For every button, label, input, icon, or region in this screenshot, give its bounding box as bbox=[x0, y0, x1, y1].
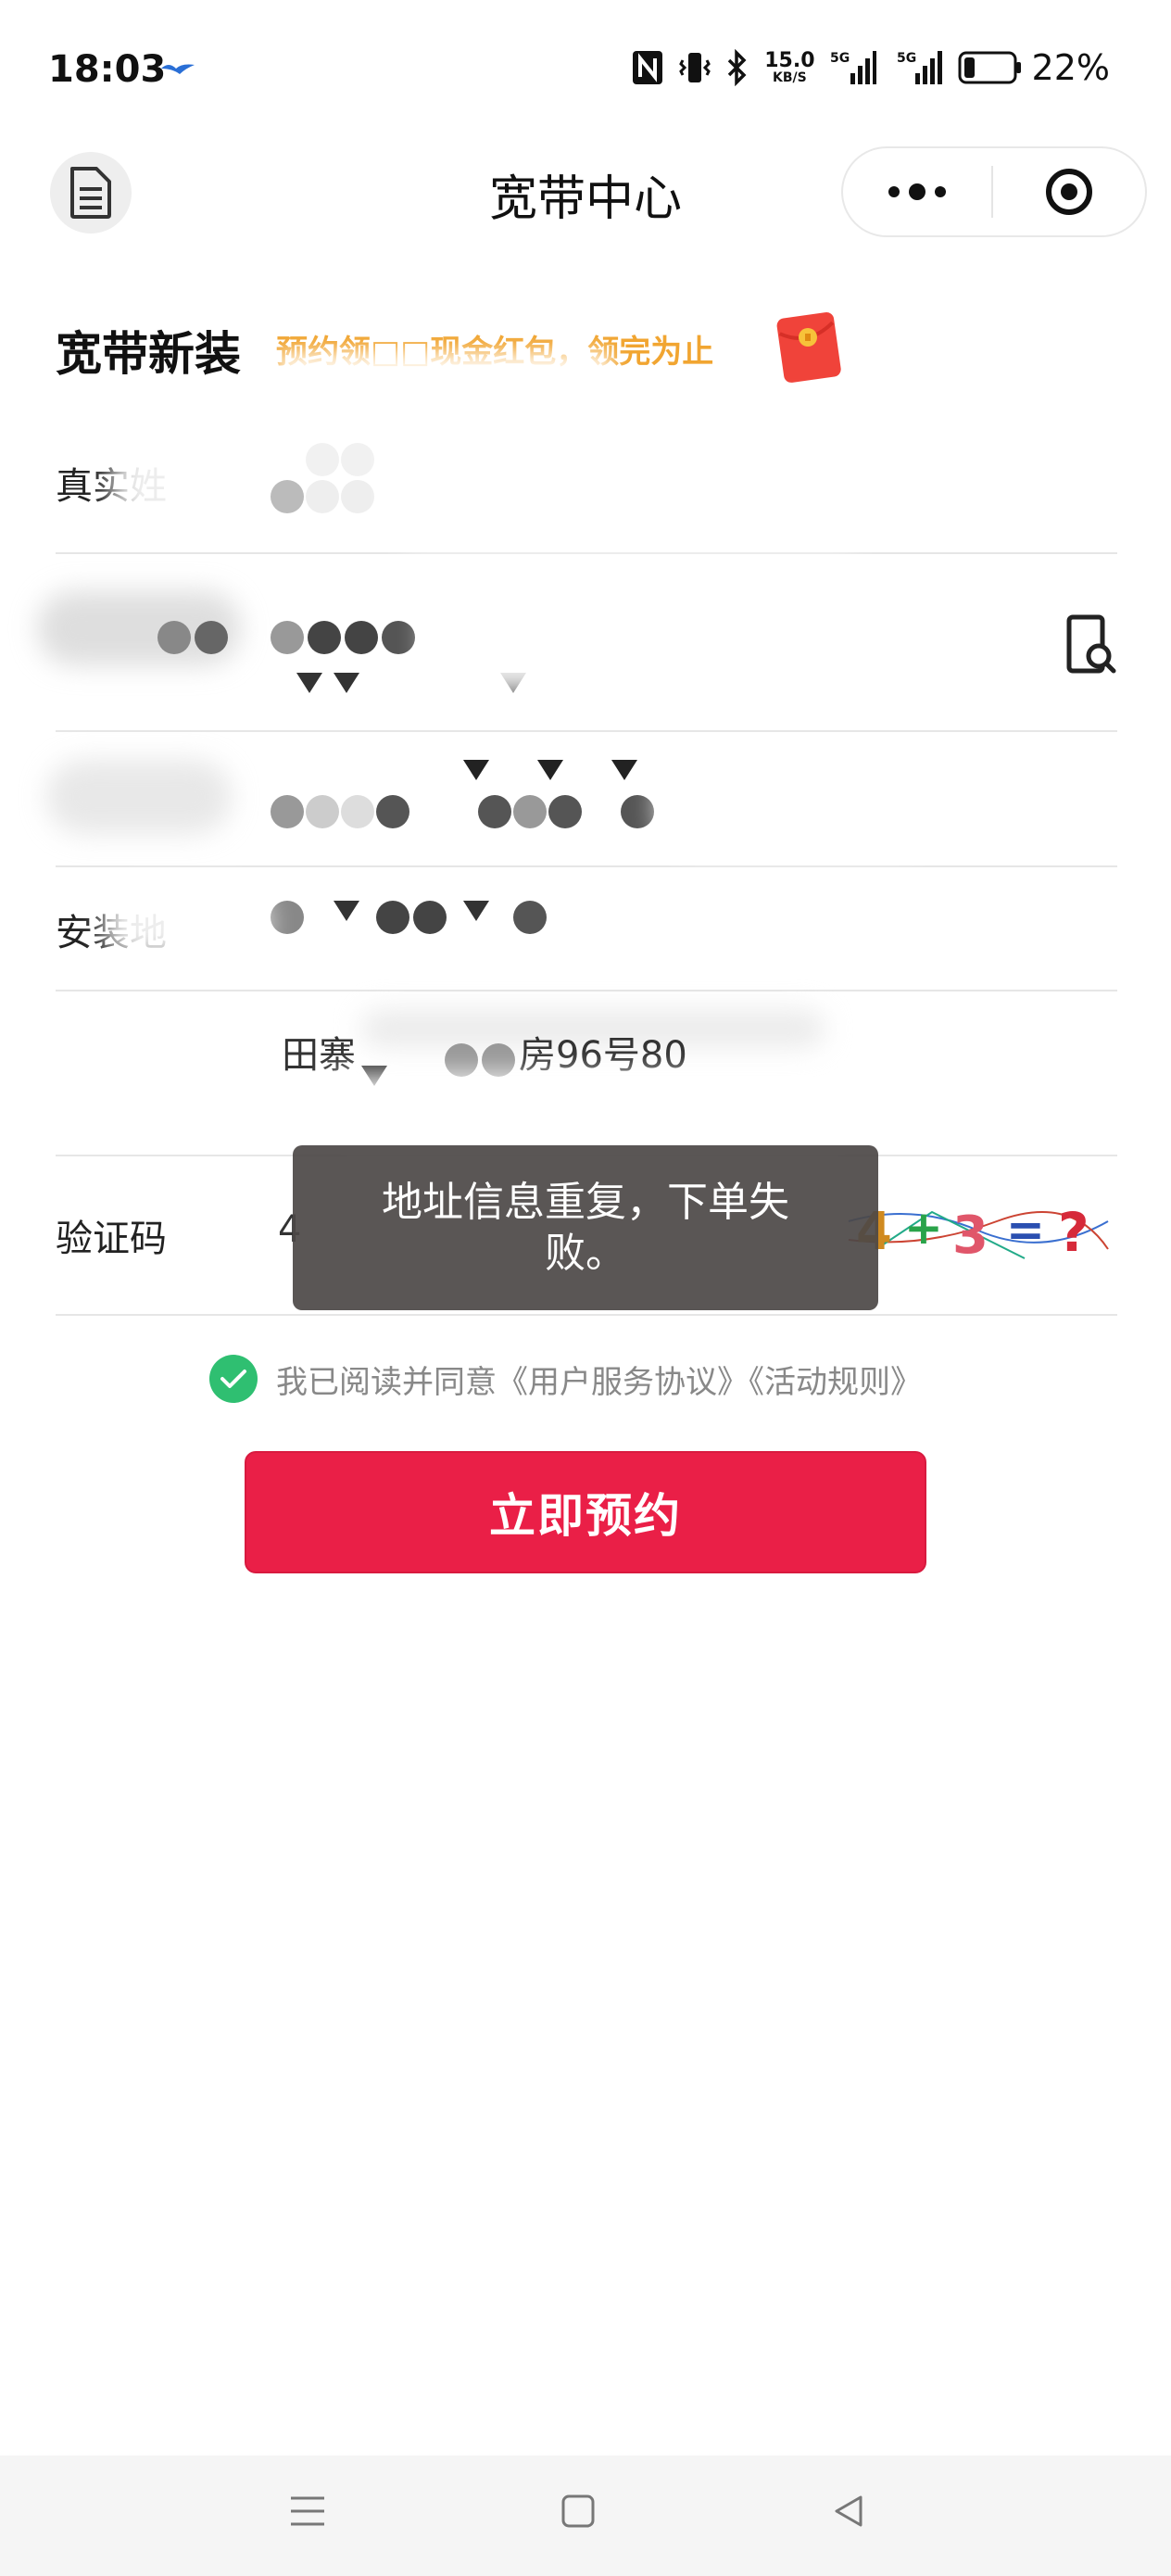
vibrate-icon bbox=[679, 49, 711, 86]
menu-button[interactable] bbox=[280, 2483, 335, 2539]
address-value-start: 田寨 bbox=[282, 1034, 356, 1077]
redacted-dot bbox=[308, 621, 341, 654]
red-packet-icon bbox=[776, 312, 841, 383]
address-row: 安装地 bbox=[56, 867, 1117, 991]
redacted-dot bbox=[306, 480, 339, 513]
phone-row bbox=[37, 554, 1117, 732]
redacted-mark bbox=[463, 760, 489, 780]
error-toast: 地址信息重复，下单失败。 bbox=[293, 1145, 878, 1310]
toast-message: 地址信息重复，下单失败。 bbox=[382, 1179, 789, 1277]
address-value-end: 房96号80 bbox=[519, 1034, 687, 1077]
battery-icon bbox=[958, 51, 1021, 84]
redacted-dot bbox=[548, 795, 582, 828]
contact-search-icon[interactable] bbox=[1065, 613, 1117, 676]
more-button[interactable] bbox=[843, 148, 991, 235]
redacted-overlay bbox=[389, 408, 871, 547]
close-miniprogram-button[interactable] bbox=[993, 148, 1145, 235]
header: 宽带中心 bbox=[0, 139, 1171, 250]
captcha-image[interactable]: 4 + 3 = ? bbox=[839, 1184, 1117, 1268]
redacted-mark bbox=[334, 901, 359, 921]
more-dot-icon bbox=[909, 183, 925, 200]
redacted-dot bbox=[341, 480, 374, 513]
bird-icon bbox=[161, 64, 195, 74]
home-button[interactable] bbox=[550, 2483, 606, 2539]
redacted-overlay bbox=[278, 352, 611, 389]
address-detail-row: 田寨 房96号80 bbox=[56, 991, 1117, 1156]
redacted-dot bbox=[157, 621, 191, 654]
redacted-dot bbox=[271, 480, 304, 513]
menu-icon bbox=[291, 2496, 324, 2526]
captcha-label: 验证码 bbox=[56, 1218, 167, 1260]
check-icon bbox=[220, 1370, 246, 1388]
redacted-dot bbox=[271, 621, 304, 654]
bluetooth-icon bbox=[725, 49, 749, 86]
redacted-dot bbox=[376, 795, 409, 828]
back-triangle-icon bbox=[835, 2495, 863, 2527]
name-row: 真实姓 bbox=[56, 408, 1117, 554]
redacted-dot bbox=[621, 795, 654, 828]
redacted-dot bbox=[345, 621, 378, 654]
redacted-dot bbox=[195, 621, 228, 654]
redacted-overlay bbox=[315, 1075, 871, 1140]
redacted-overlay bbox=[46, 760, 232, 834]
redacted-mark bbox=[463, 901, 489, 921]
redacted-overlay bbox=[426, 582, 908, 693]
svg-text:+: + bbox=[904, 1201, 943, 1255]
redacted-mark bbox=[296, 673, 322, 693]
redacted-dot bbox=[376, 901, 409, 934]
status-time: 18:03 bbox=[48, 48, 167, 91]
redacted-mark bbox=[537, 760, 563, 780]
home-square-icon bbox=[561, 2494, 595, 2528]
more-dot-icon bbox=[935, 186, 946, 197]
redacted-dot bbox=[482, 1043, 515, 1077]
redacted-dot bbox=[341, 443, 374, 476]
redacted-dot bbox=[271, 901, 304, 934]
svg-text:3: 3 bbox=[952, 1206, 988, 1266]
agreement-checkbox[interactable] bbox=[209, 1355, 258, 1403]
svg-text:5G: 5G bbox=[830, 51, 850, 66]
more-dot-icon bbox=[888, 186, 900, 197]
redacted-overlay bbox=[102, 886, 269, 960]
redacted-mark bbox=[334, 673, 359, 693]
redacted-overlay bbox=[658, 760, 936, 852]
nfc-icon bbox=[631, 49, 664, 86]
signal-icon-2: 5G bbox=[891, 49, 943, 86]
net-speed: 15.0 KB/S bbox=[764, 49, 815, 85]
system-nav-bar bbox=[0, 2456, 1171, 2576]
redacted-mark bbox=[611, 760, 637, 780]
signal-icon: 5G bbox=[830, 49, 876, 86]
agreement-text[interactable]: 我已阅读并同意《用户服务协议》《活动规则》 bbox=[276, 1357, 922, 1402]
status-icons: 15.0 KB/S 5G 5G 22% bbox=[631, 46, 1110, 89]
redacted-dot bbox=[513, 795, 547, 828]
svg-text:=: = bbox=[1006, 1203, 1045, 1256]
redacted-dot bbox=[513, 901, 547, 934]
target-close-icon bbox=[1046, 169, 1092, 215]
battery: 22% bbox=[958, 47, 1110, 88]
redacted-dot bbox=[478, 795, 511, 828]
redacted-dot bbox=[382, 621, 415, 654]
redacted-dot bbox=[341, 795, 374, 828]
redacted-dot bbox=[445, 1043, 478, 1077]
redacted-dot bbox=[413, 901, 447, 934]
back-button[interactable] bbox=[821, 2483, 876, 2539]
agreement: 我已阅读并同意《用户服务协议》《活动规则》 bbox=[209, 1355, 922, 1403]
svg-text:?: ? bbox=[1058, 1201, 1089, 1264]
redacted-dot bbox=[306, 443, 339, 476]
status-bar: 18:03 15.0 KB/S 5G 5G 22% bbox=[0, 0, 1171, 139]
redacted-dot bbox=[271, 795, 304, 828]
battery-percent: 22% bbox=[1031, 47, 1110, 88]
book-now-button[interactable]: 立即预约 bbox=[245, 1451, 926, 1573]
section-title: 宽带新装 bbox=[56, 327, 241, 381]
redacted-dot bbox=[306, 795, 339, 828]
svg-text:5G: 5G bbox=[897, 51, 916, 66]
redacted-row bbox=[46, 732, 1117, 867]
miniprogram-capsule bbox=[841, 146, 1147, 237]
